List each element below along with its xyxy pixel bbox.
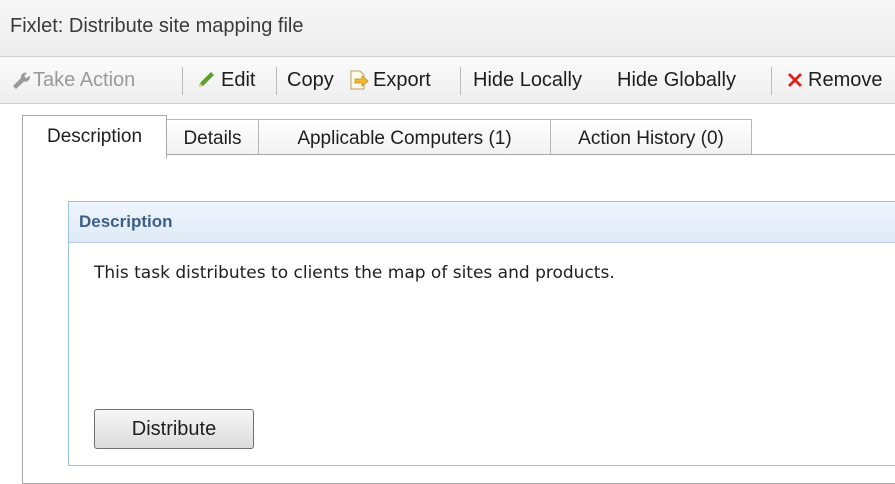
toolbar-separator <box>182 67 183 95</box>
red-x-icon <box>788 73 802 87</box>
tab-action-history[interactable]: Action History (0) <box>550 119 752 157</box>
export-icon <box>350 70 369 90</box>
tab-details[interactable]: Details <box>166 119 259 157</box>
distribute-button[interactable]: Distribute <box>94 409 254 449</box>
take-action-button[interactable]: Take Action <box>10 67 135 93</box>
pencil-icon <box>199 72 214 87</box>
tab-strip: Description Details Applicable Computers… <box>0 104 895 161</box>
tab-label: Applicable Computers (1) <box>297 127 512 149</box>
hide-locally-label: Hide Locally <box>473 68 582 91</box>
tab-label: Details <box>183 127 242 149</box>
description-text: This task distributes to clients the map… <box>94 263 615 283</box>
tab-applicable-computers[interactable]: Applicable Computers (1) <box>258 119 551 157</box>
export-button[interactable]: Export <box>348 67 431 93</box>
description-heading: Description <box>79 212 173 231</box>
export-label: Export <box>373 68 431 91</box>
toolbar-separator <box>771 67 772 95</box>
hide-locally-button[interactable]: Hide Locally <box>473 67 582 93</box>
tab-label: Description <box>46 126 143 147</box>
description-panel-header: Description <box>69 202 895 243</box>
toolbar: Take Action Edit Copy Export Hide Locall… <box>0 57 895 104</box>
toolbar-separator <box>460 67 461 95</box>
tab-label: Action History (0) <box>578 127 724 149</box>
wrench-icon <box>13 72 30 89</box>
toolbar-separator <box>276 67 277 95</box>
window-title: Fixlet: Distribute site mapping file <box>10 15 304 37</box>
remove-label: Remove <box>808 68 883 91</box>
remove-button[interactable]: Remove <box>785 67 882 93</box>
take-action-label: Take Action <box>33 68 136 91</box>
copy-label: Copy <box>287 68 334 91</box>
tab-description[interactable]: Description <box>22 115 167 158</box>
description-panel: Description This task distributes to cli… <box>68 201 895 466</box>
hide-globally-button[interactable]: Hide Globally <box>617 67 736 93</box>
edit-label: Edit <box>221 68 256 91</box>
title-bar: Fixlet: Distribute site mapping file <box>0 0 895 57</box>
edit-button[interactable]: Edit <box>196 67 255 93</box>
copy-button[interactable]: Copy <box>287 67 334 93</box>
hide-globally-label: Hide Globally <box>617 68 736 91</box>
